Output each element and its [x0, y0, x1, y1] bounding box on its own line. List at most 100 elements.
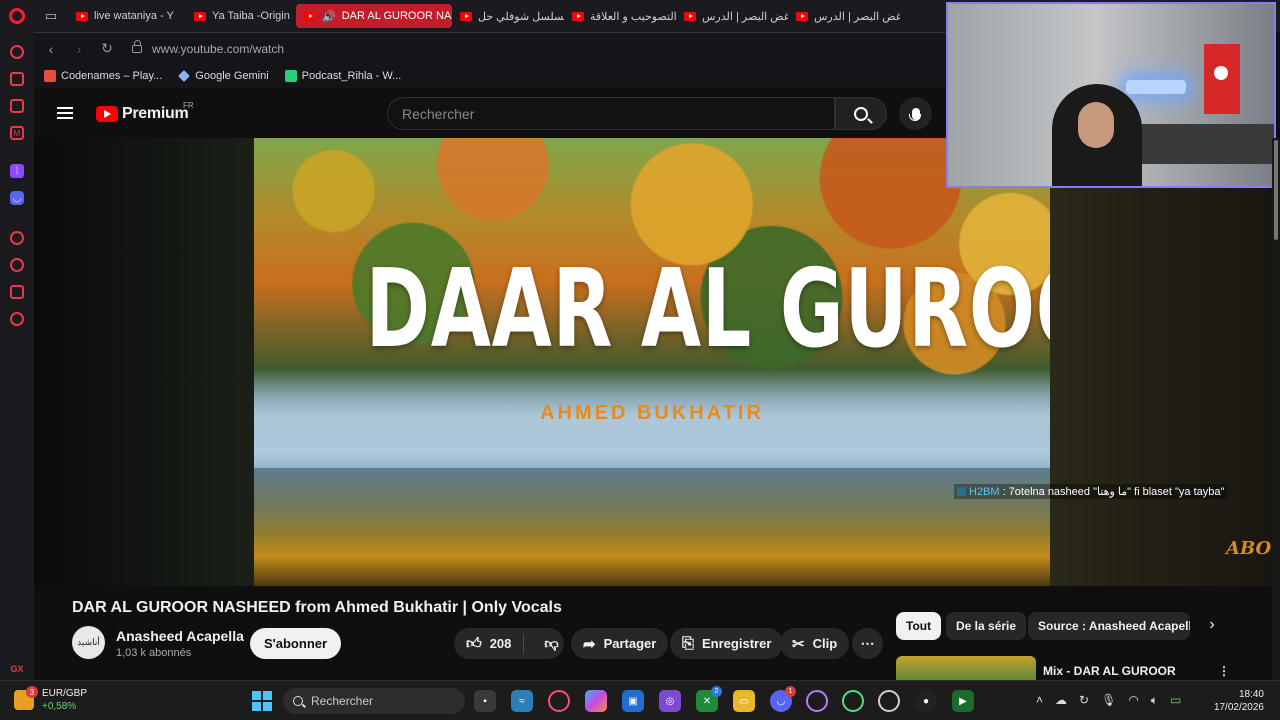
chat-message: : 7otelna nasheed "ما وهتا" fi blaset "y… — [1002, 486, 1225, 498]
messenger-icon[interactable]: M — [10, 126, 24, 140]
streamlabs-icon[interactable]: ▶ — [952, 690, 974, 712]
microphone-tray-icon[interactable]: 🎙︎ — [1101, 693, 1116, 708]
opera-logo-icon[interactable] — [0, 0, 34, 32]
reload-icon[interactable]: ↻ — [96, 40, 118, 57]
forward-icon[interactable]: › — [68, 41, 90, 57]
settings-icon[interactable] — [10, 312, 24, 326]
chat-overlay: H2BM : 7otelna nasheed "ما وهتا" fi blas… — [954, 484, 1228, 499]
discord-icon[interactable]: ◡ — [10, 191, 24, 205]
workspace-icon[interactable] — [10, 72, 24, 86]
bookmark-gemini[interactable]: Google Gemini — [178, 70, 269, 82]
stock-widget[interactable]: 3 EUR/GBP +0,58% — [14, 686, 87, 713]
back-icon[interactable]: ‹ — [40, 41, 62, 57]
opera-app-icon[interactable] — [548, 690, 570, 712]
chat-user: H2BM — [969, 485, 1000, 498]
url-field[interactable]: www.youtube.com/watch — [152, 42, 284, 56]
more-actions-button[interactable]: ⋯ — [852, 628, 883, 659]
like-count: 208 — [489, 636, 512, 651]
menu-icon[interactable] — [57, 107, 73, 119]
store-icon[interactable]: ▣ — [622, 690, 644, 712]
taskbar-search[interactable]: Rechercher — [283, 688, 465, 714]
aria-icon[interactable] — [10, 45, 24, 59]
youtube-icon — [194, 11, 206, 21]
like-dislike-group: 👍︎ 208 👎︎ — [454, 628, 564, 659]
tab-2-active[interactable]: 🔊 DAR AL GUROOR NAS — [296, 4, 452, 28]
lock-icon — [132, 39, 142, 53]
chip-series[interactable]: De la série — [946, 612, 1027, 640]
opera-crypto-icon[interactable] — [878, 690, 900, 712]
share-button[interactable]: ➦ Partager — [571, 628, 669, 659]
clock-date: 17/02/2026 — [1213, 702, 1264, 713]
channel-name[interactable]: Anasheed Acapella — [116, 628, 244, 644]
tab-4[interactable]: التصوحيب و العلاقة — [564, 4, 676, 28]
ambient-left — [34, 138, 254, 586]
file-explorer-icon[interactable]: ▭ — [733, 690, 755, 712]
thumbnail-title: DAAR AL GUROOR — [365, 247, 1050, 372]
scrollbar-thumb[interactable] — [1274, 140, 1278, 240]
chevron-up-icon[interactable]: ˄ — [1036, 693, 1043, 708]
speaker-icon[interactable]: 🔊 — [322, 10, 336, 23]
clip-button[interactable]: ✂ Clip — [780, 628, 850, 659]
twitch-icon[interactable]: ⁞ — [10, 164, 24, 178]
player-icon[interactable] — [10, 231, 24, 245]
youtube-logo[interactable]: Premium — [96, 105, 189, 123]
tab-5[interactable]: غض البصر | الدرس — [676, 4, 788, 28]
tab-0[interactable]: live wataniya - Y — [68, 4, 186, 28]
gx-label: GX — [10, 664, 24, 674]
recommendation-title[interactable]: Mix - DAR AL GUROOR — [1043, 664, 1176, 678]
tab-label: Ya Taiba -Origin — [212, 10, 290, 22]
volume-icon[interactable]: 🔈︎ — [1151, 693, 1158, 708]
subscribe-button[interactable]: S'abonner — [250, 628, 342, 659]
task-view-icon[interactable]: ▪ — [474, 690, 496, 712]
discord-app-icon[interactable]: ◡ 1 — [770, 686, 796, 712]
history-icon[interactable] — [10, 258, 24, 272]
tab-label: DAR AL GUROOR NAS — [341, 10, 452, 22]
thumbs-up-icon: 👍︎ — [466, 634, 482, 652]
tab-3[interactable]: مسلسل شوفلي حل — [452, 4, 564, 28]
chip-all[interactable]: Tout — [896, 612, 942, 640]
windows-start-icon[interactable] — [252, 691, 272, 711]
channel-avatar[interactable]: أناشيد — [72, 626, 105, 659]
dislike-button[interactable]: 👎︎ — [532, 635, 570, 652]
video-title: DAR AL GUROOR NASHEED from Ahmed Bukhati… — [72, 599, 562, 616]
widgets-icon[interactable]: ≈ — [511, 690, 533, 712]
bookmark-podcast[interactable]: Podcast_Rihla - W... — [284, 70, 401, 82]
bookmark-codenames[interactable]: Codenames – Play... — [44, 70, 162, 82]
music-player-icon[interactable] — [10, 99, 24, 113]
bookmark-label: Google Gemini — [195, 70, 269, 82]
tab-islands-icon[interactable]: ▭ — [34, 0, 68, 32]
thumbs-down-icon: 👎︎ — [544, 635, 559, 651]
chevron-right-icon[interactable]: › — [1202, 616, 1222, 636]
thumbnail-artist: AHMED BUKHATIR — [540, 402, 764, 424]
extensions-icon[interactable] — [10, 285, 24, 299]
save-button[interactable]: ⎘ Enregistrer — [670, 628, 784, 659]
youtube-icon — [796, 11, 808, 21]
voice-search-button[interactable] — [899, 97, 932, 130]
cloud-icon[interactable]: ☁ — [1055, 693, 1067, 708]
tab-1[interactable]: Ya Taiba -Origin — [186, 4, 296, 28]
sync-icon[interactable]: ↻ — [1079, 693, 1089, 708]
chip-source[interactable]: Source : Anasheed Acapella — [1028, 612, 1190, 640]
stock-icon: 3 — [14, 686, 38, 710]
webcam-light — [1126, 80, 1186, 94]
clock[interactable]: 18:40 17/02/2026 — [1206, 688, 1264, 714]
copilot-icon[interactable] — [585, 690, 607, 712]
stock-text: EUR/GBP +0,58% — [42, 687, 87, 713]
search-input[interactable] — [388, 98, 834, 129]
like-button[interactable]: 👍︎ 208 — [454, 633, 525, 654]
opera-air-icon[interactable] — [842, 690, 864, 712]
app-icon[interactable]: ◎ — [659, 690, 681, 712]
xbox-icon[interactable]: ✕ 2 — [696, 686, 722, 712]
recommendation-thumbnail[interactable] — [896, 656, 1036, 680]
search-button[interactable] — [835, 97, 887, 130]
bookmark-label: Codenames – Play... — [61, 70, 163, 82]
tab-6[interactable]: غض البصر | الدرس — [788, 4, 900, 28]
save-label: Enregistrer — [702, 636, 772, 651]
video-player[interactable]: DAAR AL GUROOR AHMED BUKHATIR H2BM : 7ot… — [34, 138, 1274, 586]
youtube-icon — [76, 11, 88, 21]
recommendation-menu-icon[interactable]: ⋮ — [1218, 664, 1230, 678]
obs-icon[interactable]: ● — [915, 690, 937, 712]
wifi-icon[interactable]: ◠ — [1128, 693, 1138, 708]
battery-icon[interactable]: ▭ — [1170, 693, 1181, 708]
opera-gx-icon[interactable] — [806, 690, 828, 712]
